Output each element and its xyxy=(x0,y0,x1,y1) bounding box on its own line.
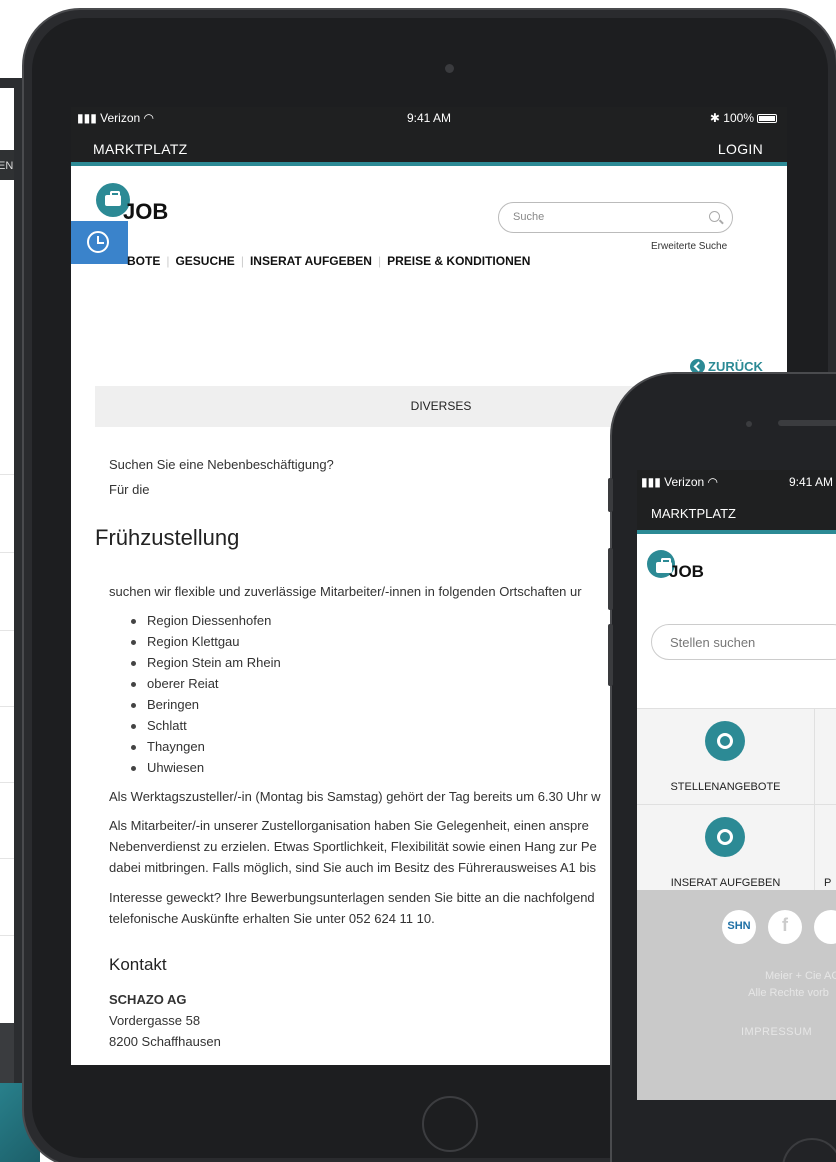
phone-status-bar: ▮▮▮ Verizon ◠ 9:41 AM xyxy=(637,470,836,492)
tile-label: P xyxy=(824,877,832,889)
bluetooth-icon: ✱ xyxy=(709,111,720,125)
nav-gesuche[interactable]: GESUCHE xyxy=(175,254,234,268)
phone-time: 9:41 AM xyxy=(789,475,834,489)
contact-street: Vordergasse 58 xyxy=(109,1013,201,1028)
copyright-line: Alle Rechte vorb xyxy=(748,987,829,999)
contact-city: 8200 Schaffhausen xyxy=(109,1034,221,1049)
copyright: Meier + Cie AG Alle Rechte vorb xyxy=(637,968,836,1002)
background-divider xyxy=(0,935,14,936)
background-device-screen xyxy=(0,88,14,1023)
wifi-icon: ◠ xyxy=(707,475,719,489)
phone-side-button xyxy=(608,624,613,686)
phone-screen: ▮▮▮ Verizon ◠ 9:41 AM MARKTPLATZ JOB Ste… xyxy=(637,470,836,1100)
background-device-navbar: EN xyxy=(0,150,14,180)
phone-search-input[interactable]: Stellen suchen xyxy=(651,624,836,660)
phone-footer: SHN f Meier + Cie AG Alle Rechte vorb IM… xyxy=(637,890,836,1100)
intro-text: Für die xyxy=(109,482,150,497)
search-input[interactable]: Suche xyxy=(498,202,733,233)
paragraph: Als Mitarbeiter/-in unserer Zustellorgan… xyxy=(109,815,597,878)
chat-bubbles-icon xyxy=(705,721,745,761)
copyright-line: Meier + Cie AG xyxy=(765,970,836,982)
nav-separator: | xyxy=(240,254,244,268)
phone-job-logo-text[interactable]: JOB xyxy=(669,562,704,582)
paragraph-line: telefonische Auskünfte erhalten Sie unte… xyxy=(109,911,435,926)
devices-showcase: EN ▮▮▮ Verizon ◠ 9:41 AM ✱ 100% MARKTPLA… xyxy=(0,0,836,1162)
background-device-footer xyxy=(0,1023,14,1083)
nav-inserat-aufgeben[interactable]: INSERAT AUFGEBEN xyxy=(250,254,372,268)
login-link[interactable]: LOGIN xyxy=(718,141,763,157)
phone-marktplatz-link[interactable]: MARKTPLATZ xyxy=(651,506,736,521)
job-logo-text[interactable]: JOB xyxy=(123,199,168,225)
background-divider xyxy=(0,474,14,475)
facebook-icon[interactable]: f xyxy=(768,910,802,944)
paragraph: Als Werktagszusteller/-in (Montag bis Sa… xyxy=(109,789,601,804)
twitter-icon[interactable] xyxy=(814,910,836,944)
search-placeholder: Suche xyxy=(513,211,545,223)
paragraph-line: Interesse geweckt? Ihre Bewerbungsunterl… xyxy=(109,890,595,905)
tile-stellenangebote[interactable]: STELLENANGEBOTE xyxy=(637,708,814,804)
paragraph: Interesse geweckt? Ihre Bewerbungsunterl… xyxy=(109,887,595,929)
list-item: Schlatt xyxy=(131,718,281,739)
list-item: oberer Reiat xyxy=(131,676,281,697)
phone-camera xyxy=(746,421,752,427)
background-divider xyxy=(0,552,14,553)
search-icon[interactable] xyxy=(709,211,720,222)
nav-preise-konditionen[interactable]: PREISE & KONDITIONEN xyxy=(387,254,530,268)
phone-side-button xyxy=(608,548,613,610)
paragraph-line: dabei mitbringen. Falls möglich, sind Si… xyxy=(109,860,597,875)
tile-partial[interactable]: P xyxy=(814,804,836,900)
phone-side-button xyxy=(608,478,613,512)
paragraph-line: Als Mitarbeiter/-in unserer Zustellorgan… xyxy=(109,818,589,833)
paragraph-line: Nebenverdienst zu erzielen. Etwas Sportl… xyxy=(109,839,597,854)
contact-heading: Kontakt xyxy=(109,955,167,974)
nav-separator: | xyxy=(377,254,382,268)
battery-icon xyxy=(757,114,777,123)
list-item: Beringen xyxy=(131,697,281,718)
list-item: Region Diessenhofen xyxy=(131,613,281,634)
advanced-search-link[interactable]: Erweiterte Suche xyxy=(651,241,727,252)
contact-company: SCHAZO AG xyxy=(109,992,187,1007)
nav-separator: | xyxy=(166,254,170,268)
background-divider xyxy=(0,630,14,631)
nav-angebote[interactable]: BOTE xyxy=(127,254,160,268)
tablet-camera xyxy=(445,64,454,73)
battery: ✱ 100% xyxy=(710,111,777,125)
intro-text: Suchen Sie eine Nebenbeschäftigung? xyxy=(109,457,334,472)
shn-icon[interactable]: SHN xyxy=(722,910,756,944)
list-item: Region Stein am Rhein xyxy=(131,655,281,676)
background-nav-fragment: EN xyxy=(0,160,14,172)
impressum-link[interactable]: IMPRESSUM xyxy=(637,1026,836,1038)
phone-speaker xyxy=(778,420,836,426)
phone-carrier: ▮▮▮ Verizon ◠ xyxy=(641,475,719,489)
clock-icon xyxy=(87,231,109,253)
list-item: Thayngen xyxy=(131,739,281,760)
tile-label: INSERAT AUFGEBEN xyxy=(670,877,781,889)
background-divider xyxy=(0,858,14,859)
list-item: Uhwiesen xyxy=(131,760,281,781)
contact-address: SCHAZO AG Vordergasse 58 8200 Schaffhaus… xyxy=(109,989,221,1052)
tablet-home-button[interactable] xyxy=(422,1096,478,1152)
tile-label: STELLENANGEBOTE xyxy=(670,781,781,793)
tile-partial[interactable] xyxy=(814,708,836,804)
region-list: Region Diessenhofen Region Klettgau Regi… xyxy=(131,613,281,781)
background-divider xyxy=(0,782,14,783)
status-time: 9:41 AM xyxy=(406,111,452,125)
list-item: Region Klettgau xyxy=(131,634,281,655)
phone-top-nav: MARKTPLATZ xyxy=(637,492,836,534)
top-nav: MARKTPLATZ LOGIN xyxy=(71,129,787,166)
status-bar: ▮▮▮ Verizon ◠ 9:41 AM ✱ 100% xyxy=(71,107,787,129)
paragraph: suchen wir flexible und zuverlässige Mit… xyxy=(109,584,582,599)
history-button[interactable] xyxy=(71,221,128,264)
badge-icon xyxy=(705,817,745,857)
main-nav: BOTE | GESUCHE | INSERAT AUFGEBEN | PREISE & K… xyxy=(127,254,530,268)
tile-inserat-aufgeben[interactable]: INSERAT AUFGEBEN xyxy=(637,804,814,900)
listing-heading: Frühzustellung xyxy=(95,525,240,550)
marktplatz-link[interactable]: MARKTPLATZ xyxy=(93,141,188,157)
background-divider xyxy=(0,706,14,707)
